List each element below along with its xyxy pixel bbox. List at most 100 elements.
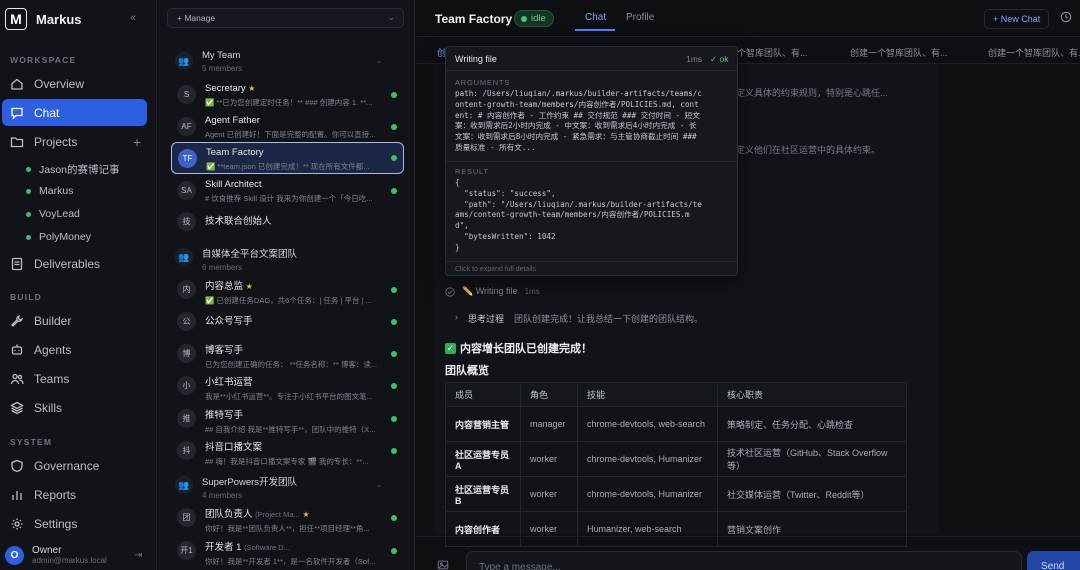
agent-last-message: 你好！我是**开发者 1**，是一名软件开发者（Sof...	[205, 557, 376, 566]
project-label: PolyMoney	[39, 231, 91, 243]
agent-item[interactable]: S Secretary ★ ✅ **已为您创建定时任务！** ### 创建内容 1…	[171, 79, 404, 111]
nav-skills[interactable]: Skills	[2, 394, 147, 421]
agent-item[interactable]: 公 公众号写手	[171, 306, 404, 338]
tab-chat[interactable]: Chat	[585, 12, 606, 23]
chevron-down-icon[interactable]: ⌄	[376, 480, 383, 489]
nav-teams[interactable]: Teams	[2, 365, 147, 392]
agent-item[interactable]: 团 团队负责人 (Project Ma... ★ 你好！我是**团队负责人**，担…	[171, 502, 404, 534]
session-tab[interactable]: 创建一个智库团队、有...	[988, 46, 1080, 59]
overview-heading: 团队概览	[445, 365, 489, 377]
online-status-dot	[391, 155, 397, 161]
agent-item[interactable]: 小 小红书运营 我是**小红书运营**。专注于小红书平台的图文笔...	[171, 370, 404, 402]
online-status-dot	[391, 124, 397, 130]
agent-item[interactable]: 内 内容总监 ★ ✅ 已创建任务DAG，共6个任务：| 任务 | 平台 | ...	[171, 274, 404, 306]
expand-details-link[interactable]: Click to expand full details	[455, 266, 536, 273]
agent-avatar: TF	[178, 149, 197, 168]
background-text: 定义他们在社区运营中的具体约束。	[736, 145, 881, 155]
nav-builder-label: Builder	[34, 313, 72, 328]
status-dot	[521, 15, 527, 22]
team-group-header[interactable]: 👥 SuperPowers开发团队 4 members	[175, 474, 297, 500]
online-status-dot	[391, 448, 397, 454]
chevron-down-icon[interactable]: ⌄	[376, 56, 383, 65]
manage-button[interactable]: + Manage ⌄	[167, 8, 404, 28]
tool-step[interactable]: ✏️ Writing file 1ms	[445, 286, 540, 297]
agent-avatar: 抖	[177, 441, 196, 460]
agent-list-panel: + Manage ⌄ 👥 My Team 5 members ⌄ S Secret…	[158, 0, 415, 570]
project-item[interactable]: Jason的赛博记事	[26, 162, 120, 177]
message-input[interactable]: Type a message...	[466, 551, 1022, 570]
table-cell: worker	[520, 441, 578, 477]
agent-item[interactable]: SA Skill Architect # 饮食推荐 Skill 设计 我来为你创建…	[171, 175, 404, 207]
agent-item-selected[interactable]: TF Team Factory ✅ **team.json 已创建完成！** 现在…	[171, 142, 404, 174]
project-item[interactable]: VoyLead	[26, 208, 80, 220]
background-text: 定义具体的约束规则，特别是心跳任...	[736, 88, 888, 98]
project-item[interactable]: PolyMoney	[26, 231, 91, 243]
chevron-right-icon: ›	[455, 312, 458, 322]
add-project-button[interactable]: +	[133, 134, 141, 150]
manage-label: + Manage	[177, 13, 216, 23]
nav-chat[interactable]: Chat	[2, 99, 147, 126]
table-cell: chrome-devtools, web-search	[577, 406, 718, 442]
nav-reports[interactable]: Reports	[2, 481, 147, 508]
team-title: My Team	[202, 50, 241, 61]
thinking-toggle[interactable]: › 思考过程 团队创建完成！让我总结一下创建的团队结构。	[455, 312, 703, 325]
agent-name: 技术联合创始人	[205, 216, 272, 227]
team-group-header[interactable]: 👥 自媒体全平台文案团队 6 members	[175, 246, 297, 272]
thinking-text: 团队创建完成！让我总结一下创建的团队结构。	[514, 314, 704, 324]
session-tab[interactable]: 个智库团队、有...	[737, 46, 808, 59]
popover-duration: 1ms	[686, 54, 703, 64]
agent-item[interactable]: 抖 抖音口播文案 ## 嗨！我是抖音口播文案专家 🎬 我的专长：**...	[171, 435, 404, 467]
nav-overview[interactable]: Overview	[2, 70, 147, 97]
online-status-dot	[391, 319, 397, 325]
users-icon	[10, 372, 24, 386]
table-cell: 社交媒体运营（Twitter、Reddit等）	[717, 476, 907, 512]
session-tab[interactable]: 创建一个智库团队、有...	[850, 46, 948, 59]
project-status-dot	[26, 234, 31, 240]
agent-item[interactable]: 博 博客写手 已为您创建正确的任务： **任务名称：** 博客：读...	[171, 338, 404, 370]
table-cell: 内容营销主管	[445, 406, 521, 442]
image-attach-icon[interactable]	[437, 559, 449, 570]
table-row: 内容营销主管 manager chrome-devtools, web-sear…	[445, 406, 907, 442]
history-icon[interactable]	[1060, 11, 1072, 26]
project-item[interactable]: Markus	[26, 185, 73, 197]
tool-call-popover[interactable]: Writing file 1ms ✓ ok ARGUMENTS path: /U…	[445, 46, 738, 276]
online-status-dot	[391, 416, 397, 422]
new-chat-button[interactable]: + New Chat	[984, 9, 1050, 29]
star-icon: ★	[248, 84, 256, 93]
user-profile[interactable]: O Owner admin@markus.local	[5, 545, 107, 565]
status-label: idle	[531, 13, 546, 24]
brand[interactable]: M Markus	[5, 8, 82, 30]
agent-avatar: 公	[177, 312, 196, 331]
nav-builder[interactable]: Builder	[2, 307, 147, 334]
nav-deliverables[interactable]: Deliverables	[2, 250, 147, 277]
result-heading: ✓ 内容增长团队已创建完成！	[445, 340, 592, 356]
agent-name: Agent Father	[205, 115, 260, 126]
agent-item[interactable]: 开1 开发者 1 (Software D... 你好！我是**开发者 1**，是一…	[171, 535, 404, 567]
result-code: { "status": "success", "path": "/Users/l…	[455, 178, 702, 252]
agent-last-message: # 饮食推荐 Skill 设计 我来为你创建一个「今日吃...	[205, 194, 373, 203]
agent-avatar: AF	[177, 117, 196, 136]
agent-item[interactable]: 推 推特写手 ## 自我介绍 我是**推特写手**，团队中的推特（X...	[171, 403, 404, 435]
composer: Type a message... Send	[416, 536, 1080, 570]
agent-item[interactable]: 技 技术联合创始人	[171, 206, 404, 238]
nav-agents[interactable]: Agents	[2, 336, 147, 363]
section-build: BUILD	[10, 292, 42, 302]
agent-item[interactable]: AF Agent Father Agent 已创建好！下面是完整的配置。你可以直接…	[171, 111, 404, 143]
chat-icon	[10, 106, 24, 120]
team-group-header[interactable]: 👥 My Team 5 members	[175, 50, 242, 73]
agent-role: (Project Ma...	[255, 510, 300, 519]
logout-icon[interactable]: ⇥	[134, 550, 142, 561]
send-button[interactable]: Send	[1027, 551, 1080, 570]
project-status-dot	[26, 167, 31, 172]
nav-projects[interactable]: Projects	[2, 128, 147, 155]
gear-icon	[10, 517, 24, 531]
team-title: 自媒体全平台文案团队	[202, 249, 298, 260]
nav-settings[interactable]: Settings	[2, 510, 147, 537]
collapse-sidebar-icon[interactable]: «	[130, 12, 136, 24]
result-label: RESULT	[455, 167, 489, 176]
agent-avatar: 内	[177, 280, 196, 299]
tab-profile[interactable]: Profile	[626, 12, 654, 23]
agent-name: 博客写手	[205, 345, 244, 356]
nav-governance[interactable]: Governance	[2, 452, 147, 479]
agent-last-message: ## 嗨！我是抖音口播文案专家 🎬 我的专长：**...	[205, 457, 369, 466]
